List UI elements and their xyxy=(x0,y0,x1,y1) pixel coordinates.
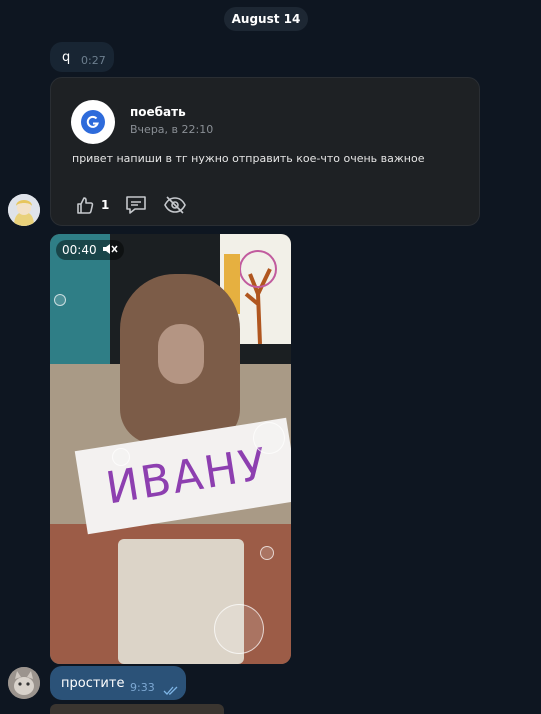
avatar[interactable] xyxy=(8,667,40,699)
forwarded-card[interactable]: поебать Вчера, в 22:10 привет напиши в т… xyxy=(50,77,480,226)
hide-icon[interactable] xyxy=(163,195,187,215)
video-message[interactable]: ИВАНУ 00:40 xyxy=(50,234,291,664)
avatar[interactable] xyxy=(8,194,40,226)
video-duration-text: 00:40 xyxy=(62,243,97,257)
sender-date: Вчера, в 22:10 xyxy=(130,123,214,136)
message-text: q xyxy=(62,50,71,65)
like-count: 1 xyxy=(101,198,110,212)
mute-icon[interactable] xyxy=(102,242,118,259)
sender-logo xyxy=(71,100,115,144)
read-checkmark-icon xyxy=(163,681,179,700)
date-separator: August 14 xyxy=(224,7,308,31)
next-message-preview xyxy=(50,704,224,714)
message-time: 0:27 xyxy=(81,54,106,67)
sender-name: поебать xyxy=(130,105,186,119)
incoming-message[interactable]: q 0:27 xyxy=(50,42,114,72)
video-duration: 00:40 xyxy=(56,240,124,260)
brand-icon xyxy=(81,110,105,134)
card-body-text: привет напиши в тг нужно отправить кое-ч… xyxy=(72,152,425,165)
like-icon[interactable] xyxy=(75,195,95,215)
sign-text: ИВАНУ xyxy=(102,438,272,514)
outgoing-message[interactable]: простите 9:33 xyxy=(50,666,186,700)
message-text: простите xyxy=(61,676,125,691)
card-actions: 1 xyxy=(75,193,187,217)
comment-icon[interactable] xyxy=(125,195,147,215)
message-time: 9:33 xyxy=(130,681,155,694)
